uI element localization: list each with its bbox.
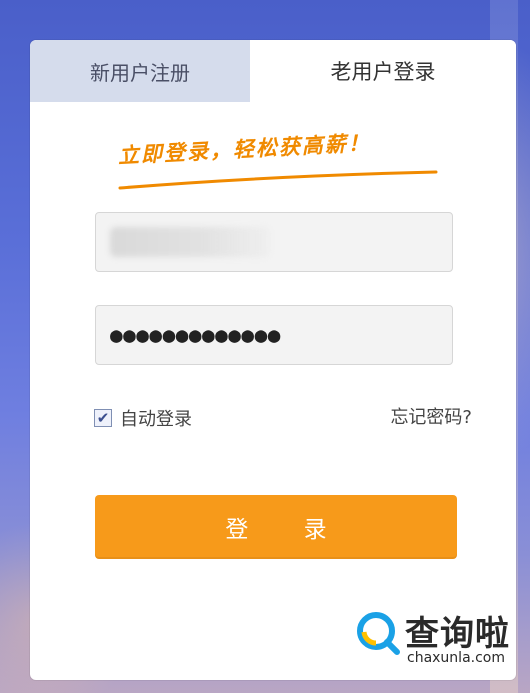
username-redacted [110,227,270,257]
password-field[interactable]: ●●●●●●●●●●●●● [95,305,453,365]
tab-login[interactable]: 老用户登录 [250,40,516,102]
watermark: 查询啦 chaxunla.com [355,606,525,686]
search-logo-icon [357,612,400,655]
login-button[interactable]: 登 录 [95,495,457,559]
auto-login[interactable]: ✔ 自动登录 [94,405,192,431]
watermark-url: chaxunla.com [407,650,505,666]
auto-login-checkbox[interactable]: ✔ [94,409,112,427]
tab-bar: 新用户注册 老用户登录 [30,40,516,102]
forgot-password-link[interactable]: 忘记密码? [390,403,472,429]
slogan-underline [118,170,438,190]
tab-login-label: 老用户登录 [330,60,436,84]
watermark-brand: 查询啦 [405,614,510,654]
slogan-text: 立即登录，轻松获高薪！ [117,129,372,168]
slogan: 立即登录，轻松获高薪！ [117,130,438,196]
tab-register[interactable]: 新用户注册 [30,40,250,102]
auto-login-label: 自动登录 [120,409,192,430]
password-input[interactable]: ●●●●●●●●●●●●● [110,306,281,364]
tab-register-label: 新用户注册 [90,60,190,85]
login-button-label: 登 录 [225,517,351,543]
login-card: 新用户注册 老用户登录 立即登录，轻松获高薪！ ●●●●●●●●●●●●● ✔ … [30,40,516,680]
check-icon: ✔ [96,408,110,427]
username-field[interactable] [95,212,453,272]
